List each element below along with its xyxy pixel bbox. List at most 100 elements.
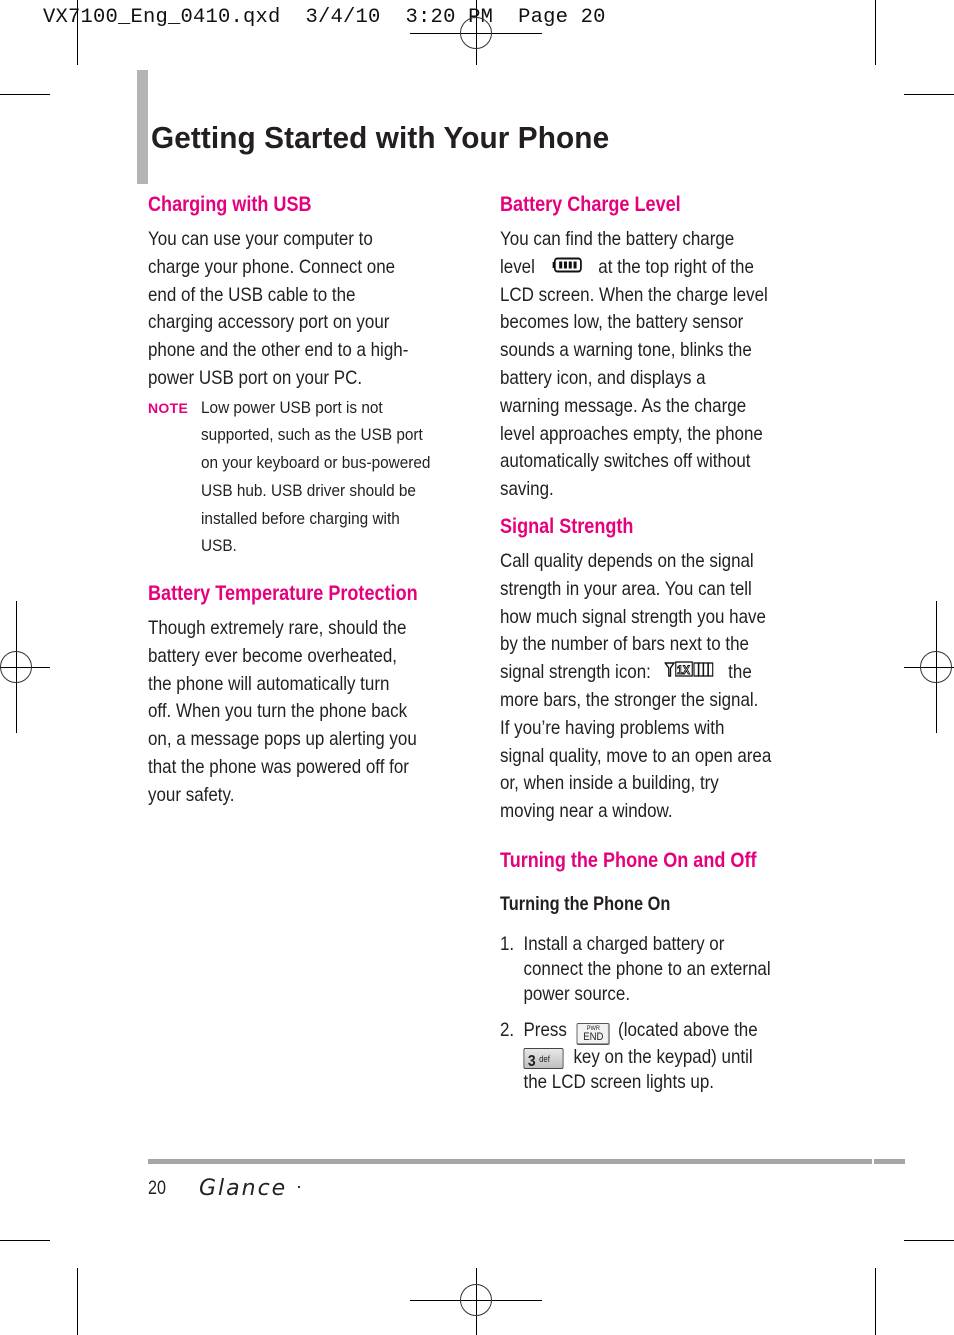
crop-mark-bottom-right-h [904,1240,954,1241]
text-line-with-key: 3 def key on the keypad) until [523,1045,804,1070]
text-line-with-key: Press PWR END (located above the [523,1018,804,1045]
battery-temperature-body: Though extremely rare, should the batter… [148,615,453,810]
crop-mark-bottom-right-v [875,1268,876,1335]
page-number: 20 [148,1178,166,1199]
text-line: charge your phone. Connect one [148,255,396,278]
text-line: on, a message pops up alerting you [148,728,417,751]
note-text: Low power USB port is not supported, suc… [201,395,440,561]
brand-logo-glance: Glance [199,1176,288,1201]
text-line: on your keyboard or bus-powered [200,454,431,473]
printer-slug-line: VX7100_Eng_0410.qxd 3/4/10 3:20 PM Page … [43,6,606,29]
footer-rule [148,1159,872,1164]
text-line: USB. [200,537,237,556]
text-line: You can find the battery charge [500,228,735,250]
crop-mark-top-right-h [904,94,954,95]
heading-battery-charge-level: Battery Charge Level [500,193,681,216]
section-battery-charge-level: Battery Charge Level You can find the ba… [500,190,810,504]
title-accent-bar [137,70,148,184]
battery-full-icon [552,254,583,282]
charging-usb-body: You can use your computer to charge your… [148,226,453,393]
subheading-turning-on: Turning the Phone On [500,894,671,916]
key-letters: def [539,1053,550,1064]
text-line: moving near a window. [500,800,673,823]
text-line: Install a charged battery or [523,933,725,956]
right-column: Battery Charge Level You can find the ba… [500,190,810,1095]
text-line: the phone will automatically turn [148,672,390,695]
usb-note: NOTE Low power USB port is not supported… [148,395,458,561]
text-line: LCD screen. When the charge level [500,283,768,306]
text-line: saving. [500,478,554,501]
text-line: power USB port on your PC. [148,366,363,389]
crop-mark-bottom-left-v [77,1268,78,1335]
list-item-step-2: 2. Press PWR END (located above the 3 def [500,1018,805,1095]
step-number: 2. [500,1019,515,1042]
section-signal-strength: Signal Strength Call quality depends on … [500,512,810,826]
text-fragment: signal strength icon: [500,661,651,684]
section-power-on-off: Turning the Phone On and Off Turning the… [500,846,810,1095]
signal-strength-body: Call quality depends on the signal stren… [500,548,805,826]
text-line: end of the USB cable to the [148,283,356,306]
text-line: If you’re having problems with [500,716,725,739]
text-line: the LCD screen lights up. [523,1070,714,1093]
crop-mark-top-left-v [77,0,78,65]
text-fragment: the [728,661,752,684]
key-label: END [583,1031,604,1044]
section-charging-usb: Charging with USB You can use your compu… [148,190,458,561]
step-text: Install a charged battery or connect the… [523,932,804,1007]
text-line: warning message. As the charge [500,394,747,417]
text-line: Low power USB port is not [200,398,383,417]
footer-rule-end [874,1159,905,1164]
svg-text:1X: 1X [677,665,690,678]
step-number: 1. [500,933,515,956]
text-line: your safety. [148,783,235,806]
step-text: Press PWR END (located above the 3 def ke… [523,1018,804,1095]
crop-mark-top-right-v [875,0,876,65]
power-steps-list: 1. Install a charged battery or connect … [500,932,810,1095]
text-line: installed before charging with [200,509,400,528]
text-line: more bars, the stronger the signal. [500,689,759,712]
text-line: off. When you turn the phone back [148,700,408,723]
crop-mark-top-left-h [0,94,50,95]
text-line: or, when inside a building, try [500,772,719,795]
text-line: becomes low, the battery sensor [500,311,744,334]
battery-charge-level-body: You can find the battery charge level at… [500,226,805,504]
text-fragment: Press [523,1019,567,1042]
text-line: how much signal strength you have [500,605,766,628]
text-line: USB hub. USB driver should be [200,481,416,500]
crop-mark-bottom-left-h [0,1240,50,1241]
text-line-with-icon: level at the top right of the [500,254,805,282]
left-column: Charging with USB You can use your compu… [148,190,458,810]
text-line: supported, such as the USB port [200,426,423,445]
text-line: battery ever become overheated, [148,644,397,667]
trademark-dot [298,1186,300,1188]
text-line: Call quality depends on the signal [500,550,754,573]
list-item-step-1: 1. Install a charged battery or connect … [500,932,805,1007]
key-digit: 3 [527,1052,536,1070]
end-power-key-icon: PWR END [576,1022,610,1045]
text-line: level approaches empty, the phone [500,422,763,445]
text-line: sounds a warning tone, blinks the [500,339,752,362]
heading-battery-temperature: Battery Temperature Protection [148,582,418,605]
heading-signal-strength: Signal Strength [500,515,634,539]
section-battery-temperature: Battery Temperature Protection Though ex… [148,579,458,810]
note-label: NOTE [148,399,189,416]
text-line: connect the phone to an external [523,958,771,981]
text-line: battery icon, and displays a [500,367,706,390]
text-line: phone and the other end to a high- [148,339,409,362]
heading-power-on-off: Turning the Phone On and Off [500,849,757,873]
text-line: charging accessory port on your [148,311,390,334]
text-line: Though extremely rare, should the [148,617,407,639]
text-fragment: (located above the [618,1019,758,1042]
text-line: that the phone was powered off for [148,755,409,778]
text-fragment: level [500,255,535,278]
signal-1x-icon: 1X [663,659,714,687]
text-line: strength in your area. You can tell [500,577,752,600]
three-def-key-icon: 3 def [523,1047,564,1070]
heading-charging-usb: Charging with USB [148,193,312,216]
text-line-with-icon: signal strength icon: 1X the [500,659,805,687]
text-line: power source. [523,983,631,1006]
text-line: signal quality, move to an open area [500,744,772,767]
text-line: You can use your computer to [148,228,373,250]
text-fragment: key on the keypad) until [573,1045,753,1068]
text-line: automatically switches off without [500,450,751,473]
